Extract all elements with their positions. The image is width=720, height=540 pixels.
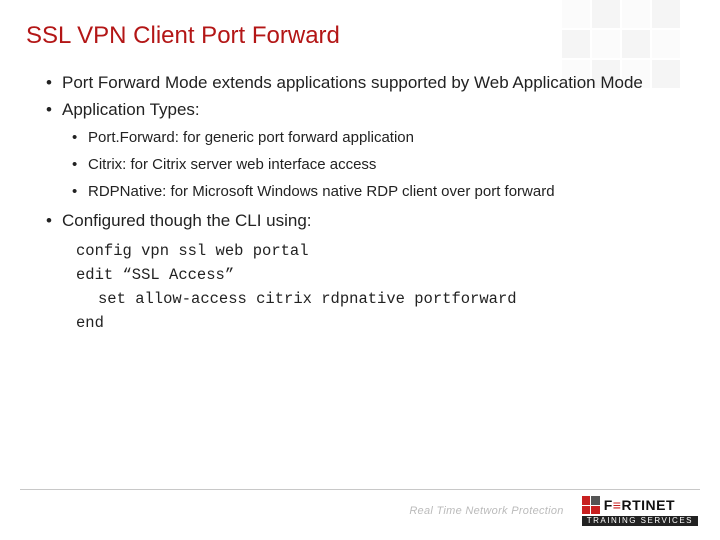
bullet-text: RDPNative: for Microsoft Windows native … xyxy=(88,183,555,200)
footer: Real Time Network Protection F≡RTINET TR… xyxy=(409,496,698,526)
list-item: Port Forward Mode extends applications s… xyxy=(46,72,680,95)
bullet-text: Citrix: for Citrix server web interface … xyxy=(88,156,376,173)
code-line: config vpn ssl web portal xyxy=(76,239,680,263)
logo-mark-icon xyxy=(582,496,600,514)
code-line: set allow-access citrix rdpnative portfo… xyxy=(76,287,680,311)
bullet-text: Configured though the CLI using: xyxy=(62,211,312,230)
list-item: Configured though the CLI using: config … xyxy=(46,210,680,335)
code-line: end xyxy=(76,311,680,335)
bullet-text: Port Forward Mode extends applications s… xyxy=(62,73,643,92)
bullet-list: Port Forward Mode extends applications s… xyxy=(46,72,680,335)
tagline: Real Time Network Protection xyxy=(409,505,563,517)
list-item: Citrix: for Citrix server web interface … xyxy=(72,155,680,175)
list-item: RDPNative: for Microsoft Windows native … xyxy=(72,182,680,202)
logo-subtitle: TRAINING SERVICES xyxy=(582,516,698,526)
sub-bullet-list: Port.Forward: for generic port forward a… xyxy=(62,128,680,203)
bullet-text: Port.Forward: for generic port forward a… xyxy=(88,129,414,146)
content-area: Port Forward Mode extends applications s… xyxy=(0,50,720,335)
logo-wordmark: F≡RTINET xyxy=(604,498,675,512)
fortinet-logo: F≡RTINET TRAINING SERVICES xyxy=(582,496,698,526)
bullet-text: Application Types: xyxy=(62,100,200,119)
divider xyxy=(20,489,700,490)
cli-code-block: config vpn ssl web portal edit “SSL Acce… xyxy=(62,239,680,335)
list-item: Port.Forward: for generic port forward a… xyxy=(72,128,680,148)
code-line: edit “SSL Access” xyxy=(76,263,680,287)
list-item: Application Types: Port.Forward: for gen… xyxy=(46,99,680,203)
